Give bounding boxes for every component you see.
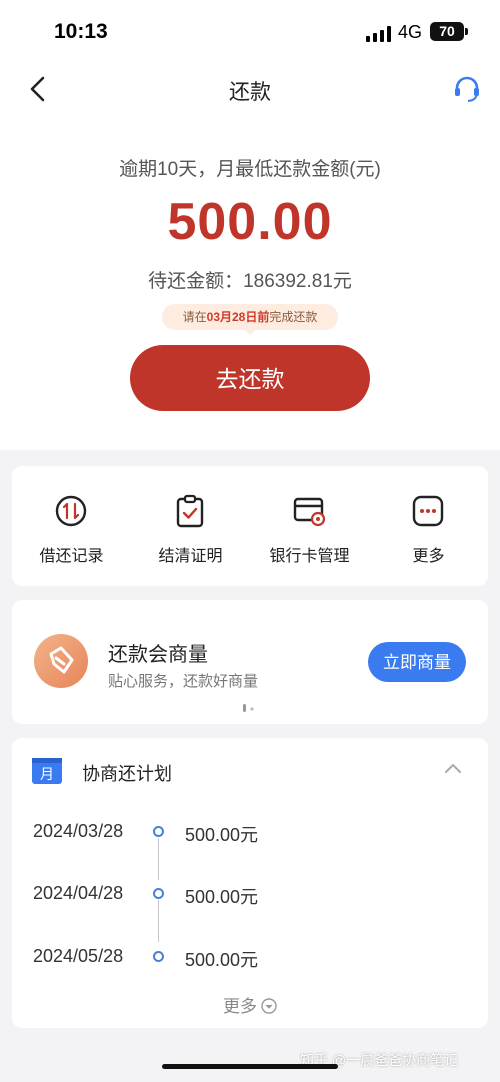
negotiate-title: 还款会商量 <box>108 644 208 666</box>
timeline-dot <box>153 826 164 837</box>
quick-action-settlement[interactable]: 结清证明 <box>131 466 250 586</box>
quick-action-bank-cards[interactable]: 银行卡管理 <box>250 466 369 586</box>
plan-row-amount: 500.00元 <box>185 887 259 907</box>
quick-action-records[interactable]: 借还记录 <box>12 466 131 586</box>
negotiate-card: 还款会商量 贴心服务，还款好商量 立即商量 <box>12 600 488 724</box>
arrows-updown-icon <box>55 495 87 527</box>
deadline-suffix: 完成还款 <box>269 310 318 324</box>
plan-title: 协商还计划 <box>82 764 172 784</box>
calendar-char: 月 <box>40 767 54 783</box>
repayment-plan-card: 月 协商还计划 2024/03/28 500.00元 2024/04/28 50… <box>12 738 488 1028</box>
timeline-dot <box>153 951 164 962</box>
timeline-line <box>158 838 159 880</box>
signal-icon <box>366 26 392 42</box>
customer-service-icon[interactable] <box>452 74 482 104</box>
quick-actions-card: 借还记录 结清证明 银行卡管理 更多 <box>12 466 488 586</box>
plan-row-date: 2024/03/28 <box>33 821 124 841</box>
calendar-icon: 月 <box>32 758 62 784</box>
pending-total: 待还金额：186392.81元 <box>0 266 500 293</box>
chevron-up-icon[interactable] <box>444 760 462 778</box>
quick-action-label: 结清证明 <box>158 548 223 565</box>
plan-row-date: 2024/04/28 <box>33 883 124 903</box>
negotiate-subtitle: 贴心服务，还款好商量 <box>108 673 259 690</box>
quick-action-label: 银行卡管理 <box>269 548 350 565</box>
battery-tip <box>465 28 468 35</box>
card-settings-icon <box>293 497 326 527</box>
plan-more-link[interactable]: 更多 <box>12 992 488 1017</box>
page-title: 还款 <box>229 81 271 104</box>
min-repay-amount: 500.00 <box>167 193 333 251</box>
deadline-tip: 请在03月28日前完成还款 <box>162 304 338 330</box>
plan-more-label: 更多 <box>223 997 257 1016</box>
deadline-date: 03月28日前 <box>206 310 270 324</box>
quick-action-label: 借还记录 <box>39 548 104 565</box>
carousel-indicator <box>243 704 254 712</box>
pending-label: 待还金额： <box>148 271 244 292</box>
network-type: 4G <box>398 22 423 42</box>
plan-row-amount: 500.00元 <box>185 825 259 845</box>
tooltip-arrow <box>244 329 256 335</box>
plan-row-amount: 500.00元 <box>185 950 259 970</box>
chevron-down-circle-icon <box>261 998 277 1014</box>
more-dots-icon <box>412 495 444 527</box>
deadline-prefix: 请在 <box>182 310 207 324</box>
plan-row-date: 2024/05/28 <box>33 946 124 966</box>
overdue-notice: 逾期10天，月最低还款金额(元) <box>119 159 381 180</box>
quick-action-more[interactable]: 更多 <box>369 466 488 586</box>
negotiate-icon <box>34 634 88 688</box>
pending-amount: 186392.81元 <box>243 271 352 292</box>
negotiate-button[interactable]: 立即商量 <box>368 642 466 682</box>
home-indicator <box>162 1064 338 1069</box>
battery-icon: 70 <box>430 22 464 41</box>
status-time: 10:13 <box>54 20 108 43</box>
timeline-dot <box>153 888 164 899</box>
timeline-line <box>158 900 159 942</box>
repay-button[interactable]: 去还款 <box>130 345 370 411</box>
quick-action-label: 更多 <box>412 548 445 565</box>
clipboard-check-icon <box>176 494 204 528</box>
